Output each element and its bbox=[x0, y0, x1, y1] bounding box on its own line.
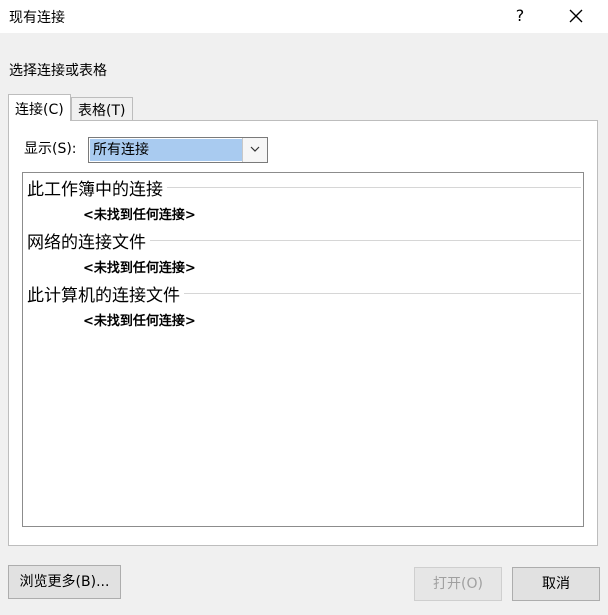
close-button[interactable] bbox=[562, 4, 590, 28]
group-header-network: 网络的连接文件 bbox=[27, 228, 150, 253]
dropdown-arrow-button[interactable] bbox=[242, 138, 267, 162]
chevron-down-icon bbox=[250, 146, 260, 152]
connections-list[interactable]: 此工作簿中的连接 <未找到任何连接> 网络的连接文件 <未找到任何连接> 此计算… bbox=[22, 172, 584, 527]
help-button[interactable]: ? bbox=[509, 4, 531, 28]
cancel-button[interactable]: 取消 bbox=[512, 567, 600, 601]
group-empty-network: <未找到任何连接> bbox=[83, 261, 196, 276]
instruction-text: 选择连接或表格 bbox=[9, 63, 107, 79]
show-filter-value: 所有连接 bbox=[90, 139, 244, 161]
show-filter-dropdown[interactable]: 所有连接 bbox=[88, 137, 268, 163]
group-header-workbook: 此工作簿中的连接 bbox=[27, 175, 167, 200]
show-filter-label: 显示(S): bbox=[24, 141, 77, 157]
tab-connections[interactable]: 连接(C) bbox=[8, 94, 71, 121]
group-header-computer: 此计算机的连接文件 bbox=[27, 281, 184, 306]
dialog-title: 现有连接 bbox=[9, 10, 65, 26]
close-icon bbox=[569, 9, 583, 23]
title-bar: 现有连接 ? bbox=[0, 0, 608, 33]
tab-tables[interactable]: 表格(T) bbox=[71, 97, 133, 120]
open-button[interactable]: 打开(O) bbox=[414, 567, 502, 601]
group-empty-workbook: <未找到任何连接> bbox=[83, 208, 196, 223]
browse-more-button[interactable]: 浏览更多(B)... bbox=[8, 565, 121, 599]
group-empty-computer: <未找到任何连接> bbox=[83, 314, 196, 329]
